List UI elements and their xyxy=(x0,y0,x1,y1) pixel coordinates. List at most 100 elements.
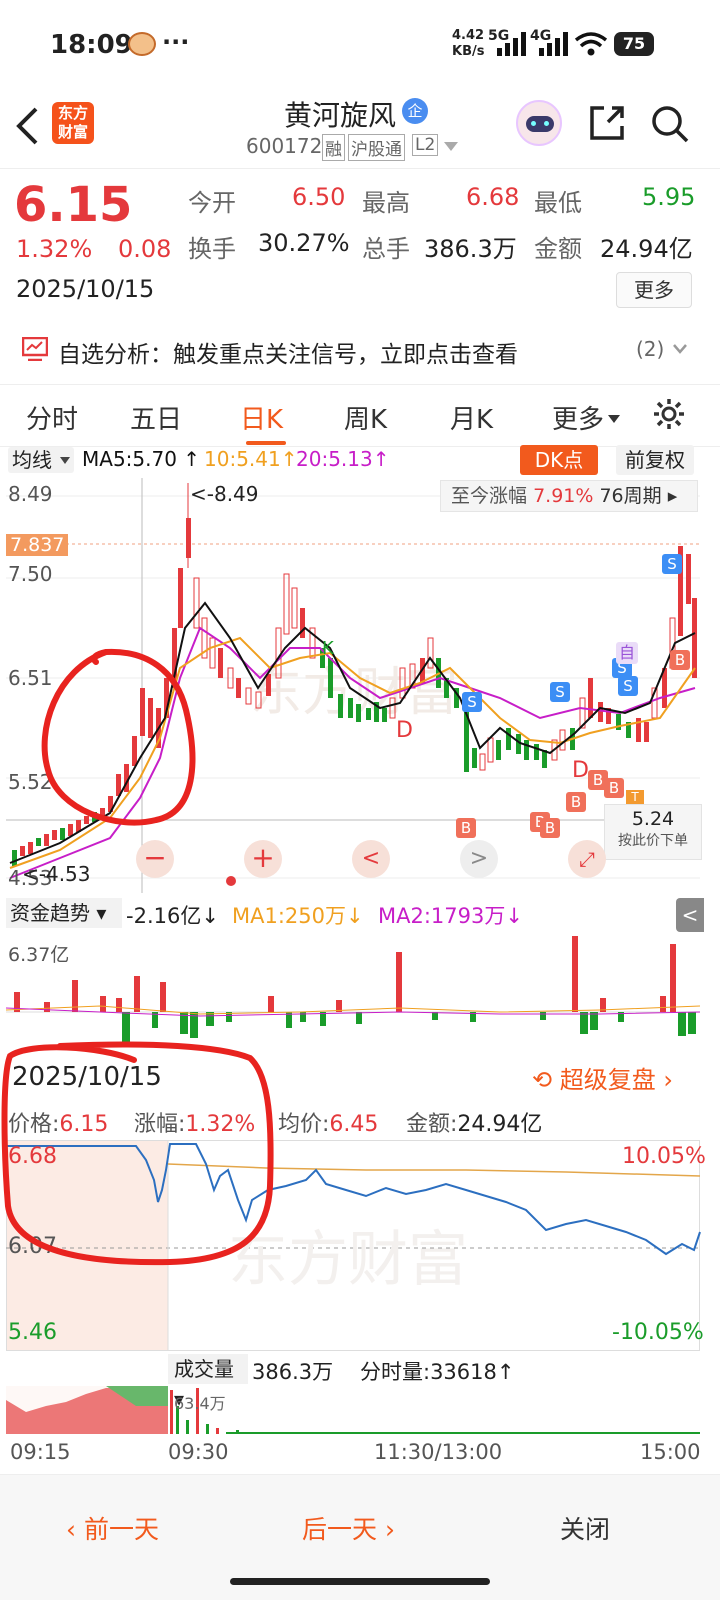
tab-minute[interactable]: 分时 xyxy=(26,399,78,436)
turnover-value: 30.27% xyxy=(258,229,350,257)
tab-more[interactable]: 更多 xyxy=(552,399,604,436)
quote-date: 2025/10/15 xyxy=(16,275,155,303)
tab-five-day[interactable]: 五日 xyxy=(130,399,182,436)
signal-d[interactable]: D xyxy=(572,758,589,783)
annotation-circle xyxy=(41,648,196,826)
stock-name: 黄河旋风 xyxy=(284,99,397,132)
app-logo[interactable]: 东方 财富 xyxy=(52,102,94,144)
logo-line2: 财富 xyxy=(57,123,88,141)
chevron-down-icon xyxy=(673,344,687,354)
signal-k[interactable]: K xyxy=(322,638,334,659)
signal-icon xyxy=(497,32,526,56)
signal-b[interactable]: B xyxy=(566,792,586,812)
range-period: 76周期 xyxy=(599,485,662,507)
collapse-tab[interactable]: < xyxy=(676,898,704,932)
open-label: 今开 xyxy=(188,189,236,217)
intraday-amount: 金额:24.94亿 xyxy=(406,1106,542,1138)
price-tip-value: 5.24 xyxy=(631,808,675,830)
volume-value: 386.3万 xyxy=(252,1360,334,1384)
super-replay-label: 超级复盘 xyxy=(559,1066,656,1094)
intraday-pct-bottom: -10.05% xyxy=(612,1320,704,1345)
signal-t[interactable]: T xyxy=(626,790,644,804)
caret-down-icon xyxy=(608,415,620,423)
gear-icon[interactable] xyxy=(652,397,686,431)
prev-day-button[interactable]: ‹ 前一天 xyxy=(66,1510,159,1546)
signal-s[interactable]: S xyxy=(618,676,638,696)
search-icon[interactable] xyxy=(650,104,690,144)
stock-code: 600172 xyxy=(246,134,323,158)
adjust-button[interactable]: 前复权 xyxy=(616,445,694,475)
time-label-0930: 09:30 xyxy=(168,1440,229,1464)
signal-s[interactable]: S xyxy=(662,554,682,574)
signal-s[interactable]: S xyxy=(462,692,482,712)
signal-self[interactable]: 自 xyxy=(616,642,638,664)
time-label-0915: 09:15 xyxy=(10,1440,71,1464)
zoom-out-button[interactable]: − xyxy=(136,840,174,878)
dk-point-button[interactable]: DK点 xyxy=(520,445,598,475)
signal-b[interactable]: B xyxy=(456,818,476,838)
tab-daily-k[interactable]: 日K xyxy=(240,399,283,436)
fund-flow-panel: 资金趋势 ▾ -2.16亿↓ MA1:250万↓ MA2:1793万↓ < 6.… xyxy=(0,896,720,1044)
status-bar: 18:09 ··· 4.42 KB/s 5G 4G 75 xyxy=(0,0,720,90)
banner-count: (2) xyxy=(636,337,665,361)
current-line-label: 7.837 xyxy=(6,534,69,556)
time-label-midday: 11:30/13:00 xyxy=(374,1440,503,1464)
active-tab-underline xyxy=(246,441,286,445)
price-tip[interactable]: 5.24 按此价下单 xyxy=(604,804,702,860)
fund-ma2-text: MA2:1793万 xyxy=(378,904,506,928)
signal-b[interactable]: B xyxy=(604,778,624,798)
fund-value: -2.16亿↓ xyxy=(126,904,219,928)
volume-selector[interactable]: 成交量 ▾ xyxy=(168,1354,248,1411)
assistant-avatar[interactable] xyxy=(516,100,562,146)
range-box[interactable]: 至今涨幅 7.91% 76周期 ▸ xyxy=(440,480,698,512)
ma-selector[interactable]: 均线 xyxy=(8,447,74,473)
dk-point-label: DK点 xyxy=(534,448,584,472)
scroll-left-button[interactable]: < xyxy=(352,840,390,878)
signal-b[interactable]: B xyxy=(540,818,560,838)
y-label-2: 7.50 xyxy=(8,562,53,586)
chart-monitor-icon xyxy=(22,337,48,361)
next-day-button[interactable]: 后一天 › xyxy=(302,1510,395,1546)
analysis-banner[interactable]: 自选分析：触发重点关注信号，立即点击查看 (2) xyxy=(0,323,720,385)
tab-weekly-k[interactable]: 周K xyxy=(344,399,387,436)
price-tip-text: 按此价下单 xyxy=(618,833,688,849)
fund-selector[interactable]: 资金趋势 ▾ xyxy=(6,898,122,928)
high-marker: <-8.49 xyxy=(190,482,259,506)
tab-monthly-k[interactable]: 月K xyxy=(450,399,493,436)
notification-icon xyxy=(128,32,156,56)
range-label: 至今涨幅 xyxy=(451,485,528,507)
close-button[interactable]: 关闭 xyxy=(560,1510,610,1546)
ma5-value: MA5:5.70 ↑ xyxy=(82,447,201,471)
home-indicator xyxy=(230,1578,490,1585)
fullscreen-button[interactable]: ⤢ xyxy=(568,840,606,878)
change-amt: 0.08 xyxy=(118,235,172,263)
ma10-value: 10:5.41↑ xyxy=(204,447,298,471)
scroll-right-button[interactable]: > xyxy=(460,840,498,878)
period-tabs: 分时 五日 日K 周K 月K 更多 xyxy=(0,385,720,447)
avg-value: 6.45 xyxy=(329,1112,379,1137)
chevron-down-icon[interactable] xyxy=(444,142,458,152)
more-button[interactable]: 更多 xyxy=(616,272,692,308)
banner-text: 自选分析：触发重点关注信号，立即点击查看 xyxy=(58,342,518,368)
amount-label: 金额: xyxy=(406,1112,458,1137)
zoom-in-button[interactable]: + xyxy=(244,840,282,878)
share-icon[interactable] xyxy=(588,104,626,142)
signal-icon-2 xyxy=(539,32,568,56)
red-dot xyxy=(226,876,236,886)
fund-flow-bars xyxy=(5,936,701,1042)
low-marker: <-4.53 xyxy=(22,862,91,886)
signal-s[interactable]: S xyxy=(550,682,570,702)
next-day-label: 后一天 xyxy=(302,1515,378,1544)
net-speed-value: 4.42 xyxy=(452,28,485,43)
super-replay-button[interactable]: ⟲ 超级复盘 › xyxy=(532,1060,673,1095)
battery-icon: 75 xyxy=(614,32,654,56)
change-pct: 1.32% xyxy=(16,235,93,263)
open-value: 6.50 xyxy=(292,183,346,211)
back-icon[interactable] xyxy=(14,106,40,146)
avg-label: 均价: xyxy=(278,1112,330,1137)
signal-d[interactable]: D xyxy=(396,718,413,743)
enterprise-badge: 企 xyxy=(402,98,428,124)
history-icon: ⟲ xyxy=(532,1066,553,1094)
signal-b[interactable]: B xyxy=(670,650,690,670)
tag-l2: L2 xyxy=(412,134,439,156)
